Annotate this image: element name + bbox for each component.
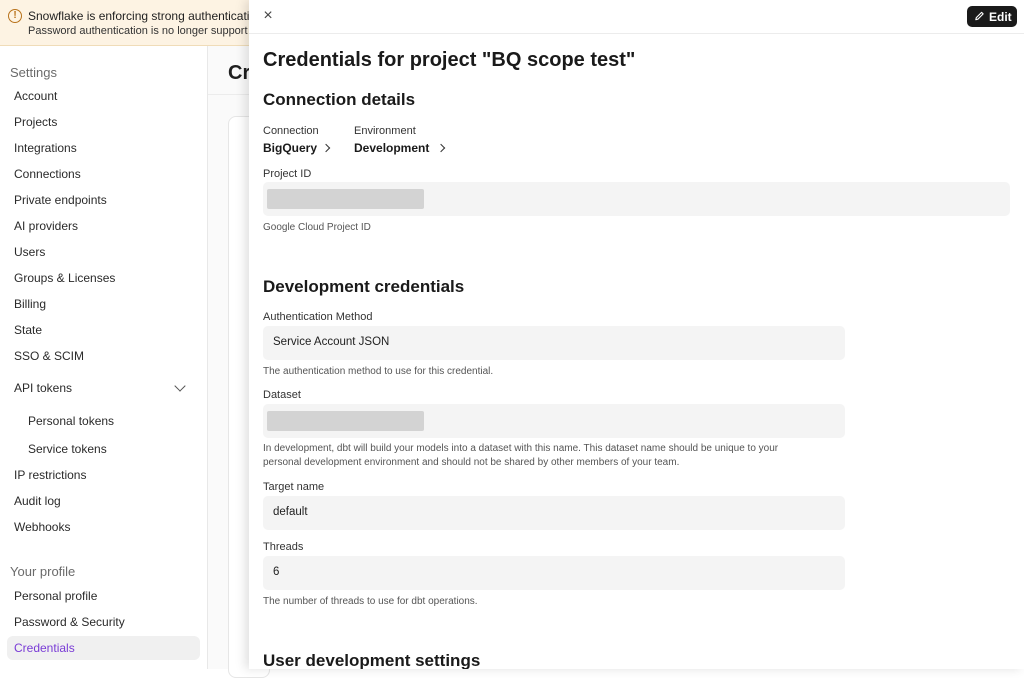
sidebar-item-personal-tokens[interactable]: Personal tokens <box>21 409 200 433</box>
warning-icon: ! <box>8 9 22 23</box>
redacted-value <box>267 189 424 209</box>
edit-label: Edit <box>989 10 1012 24</box>
sidebar-item-state[interactable]: State <box>7 318 200 342</box>
threads-field: 6 <box>263 556 845 590</box>
dataset-help-line-1: In development, dbt will build your mode… <box>263 443 779 454</box>
pencil-icon <box>975 11 984 21</box>
sidebar-item-billing[interactable]: Billing <box>7 292 200 316</box>
sidebar-item-webhooks[interactable]: Webhooks <box>7 515 200 539</box>
credentials-panel: × Edit Credentials for project "BQ scope… <box>249 0 1024 669</box>
threads-label: Threads <box>263 541 304 553</box>
project-id-label: Project ID <box>263 168 312 180</box>
sidebar-item-private-endpoints[interactable]: Private endpoints <box>7 188 200 212</box>
sidebar-item-users[interactable]: Users <box>7 240 200 264</box>
chevron-right-icon <box>321 143 331 153</box>
sidebar-item-projects[interactable]: Projects <box>7 110 200 134</box>
threads-value: 6 <box>273 566 280 578</box>
sidebar-item-password-security[interactable]: Password & Security <box>7 610 200 634</box>
sidebar-item-connections[interactable]: Connections <box>7 162 200 186</box>
settings-sidebar: Settings Account Projects Integrations C… <box>0 46 208 669</box>
target-name-field: default <box>263 496 845 530</box>
sidebar-item-sso-scim[interactable]: SSO & SCIM <box>7 344 200 368</box>
auth-method-value: Service Account JSON <box>273 336 390 348</box>
environment-label: Environment <box>354 125 416 137</box>
snowflake-warning-banner: ! Snowflake is enforcing strong authenti… <box>0 0 249 46</box>
sidebar-item-service-tokens[interactable]: Service tokens <box>21 437 200 461</box>
settings-heading: Settings <box>10 65 57 80</box>
page-title: Credentials for project "BQ scope test" <box>263 49 636 71</box>
sidebar-item-label: API tokens <box>14 381 73 395</box>
user-development-settings-heading: User development settings <box>263 651 481 669</box>
auth-method-help: The authentication method to use for thi… <box>263 366 494 377</box>
close-icon[interactable]: × <box>261 8 275 24</box>
dataset-label: Dataset <box>263 389 301 401</box>
connection-details-heading: Connection details <box>263 90 416 109</box>
background-page-title: Cr <box>228 62 251 84</box>
environment-value: Development <box>354 141 430 155</box>
redacted-value <box>267 411 424 431</box>
dataset-help-line-2: personal development environment and sho… <box>263 457 680 468</box>
project-id-help: Google Cloud Project ID <box>263 222 371 233</box>
auth-method-field: Service Account JSON <box>263 326 845 360</box>
threads-help: The number of threads to use for dbt ope… <box>263 596 478 607</box>
development-credentials-heading: Development credentials <box>263 277 465 296</box>
sidebar-item-ip-restrictions[interactable]: IP restrictions <box>7 463 200 487</box>
auth-method-label: Authentication Method <box>263 311 373 323</box>
sidebar-item-credentials[interactable]: Credentials <box>7 636 200 660</box>
connection-value: BigQuery <box>263 141 318 155</box>
sidebar-item-api-tokens[interactable]: API tokens <box>7 376 200 400</box>
project-id-field <box>263 182 1010 216</box>
dataset-field <box>263 404 845 438</box>
sidebar-item-ai-providers[interactable]: AI providers <box>7 214 200 238</box>
sidebar-item-audit-log[interactable]: Audit log <box>7 489 200 513</box>
sidebar-item-personal-profile[interactable]: Personal profile <box>7 584 200 608</box>
divider <box>249 33 1024 34</box>
banner-line-1: Snowflake is enforcing strong authentica… <box>28 9 249 23</box>
sidebar-item-groups-licenses[interactable]: Groups & Licenses <box>7 266 200 290</box>
sidebar-item-integrations[interactable]: Integrations <box>7 136 200 160</box>
target-name-value: default <box>273 506 308 518</box>
profile-heading: Your profile <box>10 564 76 579</box>
sidebar-item-account[interactable]: Account <box>7 84 200 108</box>
connection-label: Connection <box>263 125 319 137</box>
chevron-down-icon <box>174 380 186 392</box>
banner-line-2: Password authentication is no longer sup… <box>28 25 248 37</box>
chevron-right-icon <box>436 143 446 153</box>
target-name-label: Target name <box>263 481 325 493</box>
edit-button[interactable]: Edit <box>967 6 1017 27</box>
